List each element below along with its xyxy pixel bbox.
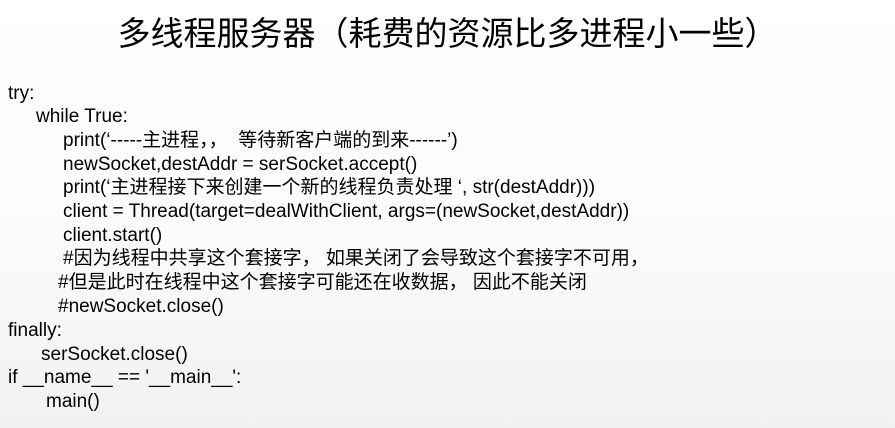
slide-title: 多线程服务器（耗费的资源比多进程小一些） — [117, 14, 778, 53]
code-line: print(‘-----主进程，， 等待新客户端的到来------’) — [63, 130, 458, 151]
code-line: finally: — [8, 320, 62, 341]
code-line: while True: — [36, 106, 128, 127]
code-line: if __name__ == '__main__': — [8, 367, 242, 388]
code-line: #newSocket.close() — [58, 296, 224, 317]
code-line: client.start() — [63, 225, 163, 246]
code-line: client = Thread(target=dealWithClient, a… — [63, 201, 630, 222]
code-line: #但是此时在线程中这个套接字可能还在收数据， 因此不能关闭 — [58, 272, 587, 293]
slide: 多线程服务器（耗费的资源比多进程小一些） try: while True: pr… — [0, 0, 895, 428]
code-line: try: — [8, 83, 35, 104]
code-line: serSocket.close() — [41, 344, 188, 365]
code-line: print(‘主进程接下来创建一个新的线程负责处理 ‘, str(destAdd… — [63, 177, 596, 198]
code-line: newSocket,destAddr = serSocket.accept() — [63, 154, 418, 175]
code-line: main() — [46, 391, 100, 412]
code-line: #因为线程中共享这个套接字， 如果关闭了会导致这个套接字不可用， — [63, 248, 649, 269]
